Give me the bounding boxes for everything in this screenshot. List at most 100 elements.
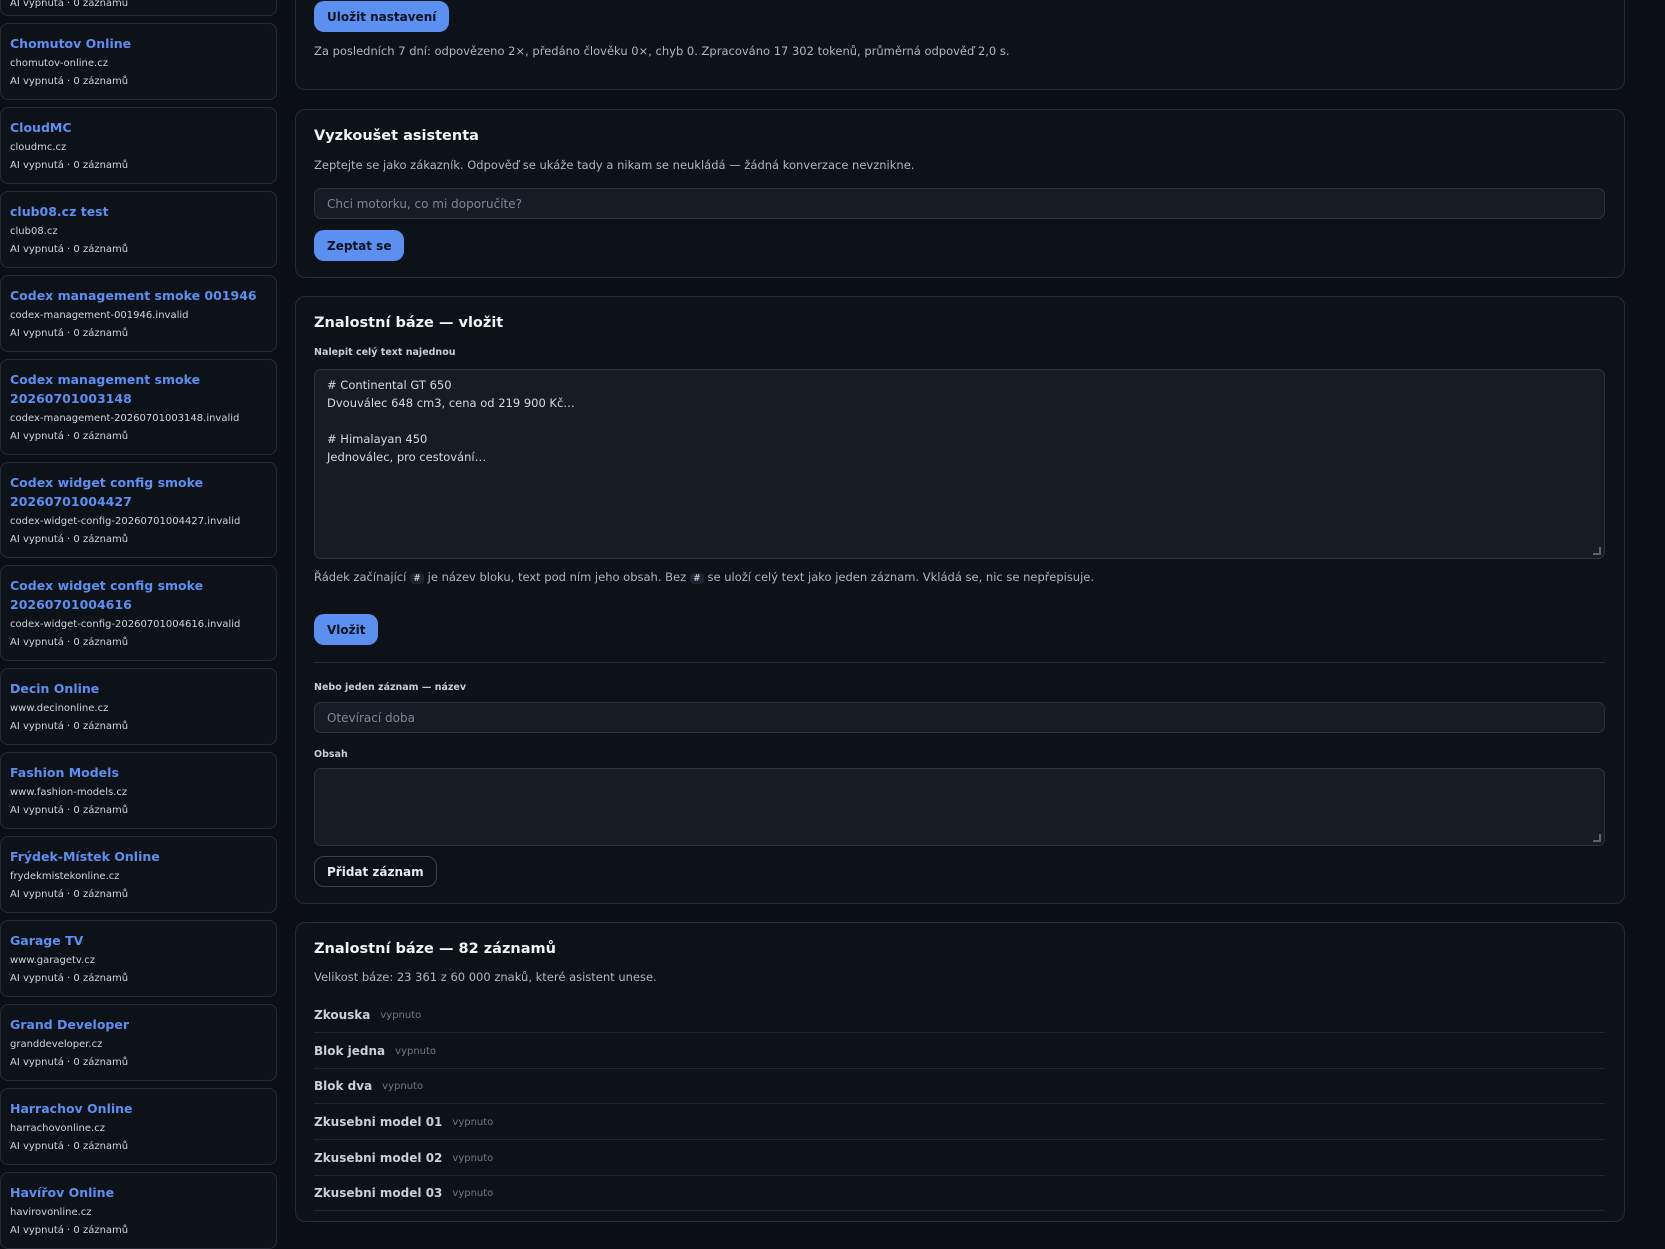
kb-size: Velikost báze: 23 361 z 60 000 znaků, kt… (314, 970, 657, 984)
resize-handle-icon[interactable] (1593, 547, 1601, 555)
entry-state: vypnuto (452, 1152, 494, 1164)
save-settings-button[interactable]: Uložit nastavení (314, 1, 450, 32)
site-meta: AI vypnutá · 0 záznamů (10, 721, 129, 732)
list-item[interactable]: Blok dva vypnuto (314, 1069, 1605, 1104)
site-card[interactable]: Havířov Online havirovonline.cz AI vypnu… (0, 1172, 277, 1249)
site-meta: AI vypnutá · 0 záznamů (10, 1225, 129, 1236)
site-name[interactable]: Codex management smoke 20260701003148 (10, 370, 267, 408)
site-meta: AI vypnutá · 0 záznamů (10, 889, 129, 900)
site-domain: www.decinonline.cz (10, 703, 109, 714)
paste-label: Nalepit celý text najednou (314, 347, 456, 358)
list-item[interactable]: Zkusebni model 02 vypnuto (314, 1141, 1605, 1176)
entry-name: Blok jedna (314, 1044, 386, 1058)
site-card[interactable]: Decin Online www.decinonline.cz AI vypnu… (0, 668, 277, 745)
entry-name: Blok dva (314, 1079, 373, 1093)
usage-stats: Za posledních 7 dní: odpovězeno 2×, před… (314, 44, 1010, 58)
hash-chip: # (409, 573, 425, 584)
site-card[interactable]: Chomutov Online chomutov-online.cz AI vy… (0, 23, 277, 100)
settings-panel: Uložit nastavení Za posledních 7 dní: od… (295, 0, 1625, 90)
paste-textarea[interactable]: # Continental GT 650 Dvouválec 648 cm3, … (314, 369, 1605, 559)
insert-button[interactable]: Vložit (314, 614, 379, 645)
site-domain: codex-management-001946.invalid (10, 310, 189, 321)
site-domain: granddeveloper.cz (10, 1039, 103, 1050)
site-card[interactable]: club08.cz test club08.cz AI vypnutá · 0 … (0, 191, 277, 268)
list-item[interactable]: Zkusebni model 01 vypnuto (314, 1105, 1605, 1140)
entry-state: vypnuto (395, 1045, 437, 1057)
add-entry-button[interactable]: Přidat záznam (314, 856, 437, 887)
hash-chip: # (689, 573, 704, 584)
site-name[interactable]: Decin Online (10, 679, 267, 698)
site-card[interactable]: Frýdek-Místek Online frydekmistekonline.… (0, 836, 277, 913)
site-name[interactable]: Garage TV (10, 931, 267, 950)
site-name[interactable]: Havířov Online (10, 1183, 267, 1202)
site-meta: AI vypnutá · 0 záznamů (10, 0, 129, 9)
site-domain: chomutov-online.cz (10, 58, 108, 69)
site-card[interactable]: Grand Developer granddeveloper.cz AI vyp… (0, 1004, 277, 1081)
site-domain: codex-widget-config-20260701004427.inval… (10, 516, 241, 527)
site-meta: AI vypnutá · 0 záznamů (10, 637, 129, 648)
list-item[interactable]: Blok jedna vypnuto (314, 1034, 1605, 1069)
panel-title: Znalostní báze — vložit (314, 315, 504, 331)
hint-text: je název bloku, text pod ním jeho obsah.… (427, 570, 687, 584)
hint-text: se uloží celý text jako jeden záznam. Vk… (707, 570, 1095, 584)
site-domain: club08.cz (10, 226, 58, 237)
entry-name: Zkusebni model 01 (314, 1115, 443, 1129)
site-domain: www.garagetv.cz (10, 955, 95, 966)
site-name[interactable]: Codex widget config smoke 20260701004427 (10, 473, 267, 511)
list-item[interactable]: Zkouska vypnuto (314, 998, 1605, 1033)
site-meta: AI vypnutá · 0 záznamů (10, 973, 129, 984)
site-card[interactable]: Codex widget config smoke 20260701004427… (0, 462, 277, 558)
site-meta: AI vypnutá · 0 záznamů (10, 328, 129, 339)
site-name[interactable]: Codex management smoke 001946 (10, 286, 267, 305)
site-card-partial[interactable]: AI vypnutá · 0 záznamů (0, 0, 277, 16)
site-name[interactable]: CloudMC (10, 118, 267, 137)
site-card[interactable]: Fashion Models www.fashion-models.cz AI … (0, 752, 277, 829)
site-meta: AI vypnutá · 0 záznamů (10, 431, 129, 442)
site-meta: AI vypnutá · 0 záznamů (10, 1141, 129, 1152)
entry-content-textarea[interactable] (314, 768, 1605, 846)
entry-name: Zkusebni model 03 (314, 1186, 443, 1200)
entry-state: vypnuto (382, 1080, 424, 1092)
entry-name-input[interactable] (314, 702, 1605, 733)
entry-name: Zkouska (314, 1008, 371, 1022)
site-card[interactable]: Codex management smoke 20260701003148 co… (0, 359, 277, 455)
site-card[interactable]: Codex management smoke 001946 codex-mana… (0, 275, 277, 352)
divider (314, 662, 1605, 663)
single-name-label: Nebo jeden záznam — název (314, 682, 467, 693)
site-name[interactable]: Harrachov Online (10, 1099, 267, 1118)
panel-title: Znalostní báze — 82 záznamů (314, 941, 556, 957)
site-domain: harrachovonline.cz (10, 1123, 105, 1134)
site-card[interactable]: Harrachov Online harrachovonline.cz AI v… (0, 1088, 277, 1165)
entry-state: vypnuto (452, 1116, 494, 1128)
list-item[interactable]: Zkusebni model 03 vypnuto (314, 1176, 1605, 1211)
site-name[interactable]: club08.cz test (10, 202, 267, 221)
site-name[interactable]: Fashion Models (10, 763, 267, 782)
content-label: Obsah (314, 749, 348, 760)
site-domain: www.fashion-models.cz (10, 787, 128, 798)
site-card[interactable]: CloudMC cloudmc.cz AI vypnutá · 0 záznam… (0, 107, 277, 184)
site-name[interactable]: Grand Developer (10, 1015, 267, 1034)
site-meta: AI vypnutá · 0 záznamů (10, 160, 129, 171)
site-card[interactable]: Garage TV www.garagetv.cz AI vypnutá · 0… (0, 920, 277, 997)
ask-button[interactable]: Zeptat se (314, 230, 405, 261)
question-input[interactable] (314, 188, 1605, 219)
try-assistant-panel: Vyzkoušet asistenta Zeptejte se jako zák… (295, 109, 1625, 278)
site-name[interactable]: Chomutov Online (10, 34, 267, 53)
entry-state: vypnuto (452, 1187, 494, 1199)
panel-title: Vyzkoušet asistenta (314, 128, 479, 144)
site-domain: cloudmc.cz (10, 142, 67, 153)
site-domain: codex-widget-config-20260701004616.inval… (10, 619, 241, 630)
site-card[interactable]: Codex widget config smoke 20260701004616… (0, 565, 277, 661)
site-meta: AI vypnutá · 0 záznamů (10, 1057, 129, 1068)
kb-list-panel: Znalostní báze — 82 záznamů Velikost báz… (295, 922, 1625, 1222)
hint-text: Řádek začínající (314, 570, 407, 584)
site-meta: AI vypnutá · 0 záznamů (10, 534, 129, 545)
site-domain: havirovonline.cz (10, 1207, 92, 1218)
resize-handle-icon[interactable] (1593, 834, 1601, 842)
site-list: AI vypnutá · 0 záznamů Chomutov Online c… (0, 0, 277, 1249)
site-name[interactable]: Frýdek-Místek Online (10, 847, 267, 866)
site-meta: AI vypnutá · 0 záznamů (10, 244, 129, 255)
site-name[interactable]: Codex widget config smoke 20260701004616 (10, 576, 267, 614)
panel-description: Zeptejte se jako zákazník. Odpověď se uk… (314, 158, 915, 172)
kb-insert-panel: Znalostní báze — vložit Nalepit celý tex… (295, 296, 1625, 904)
